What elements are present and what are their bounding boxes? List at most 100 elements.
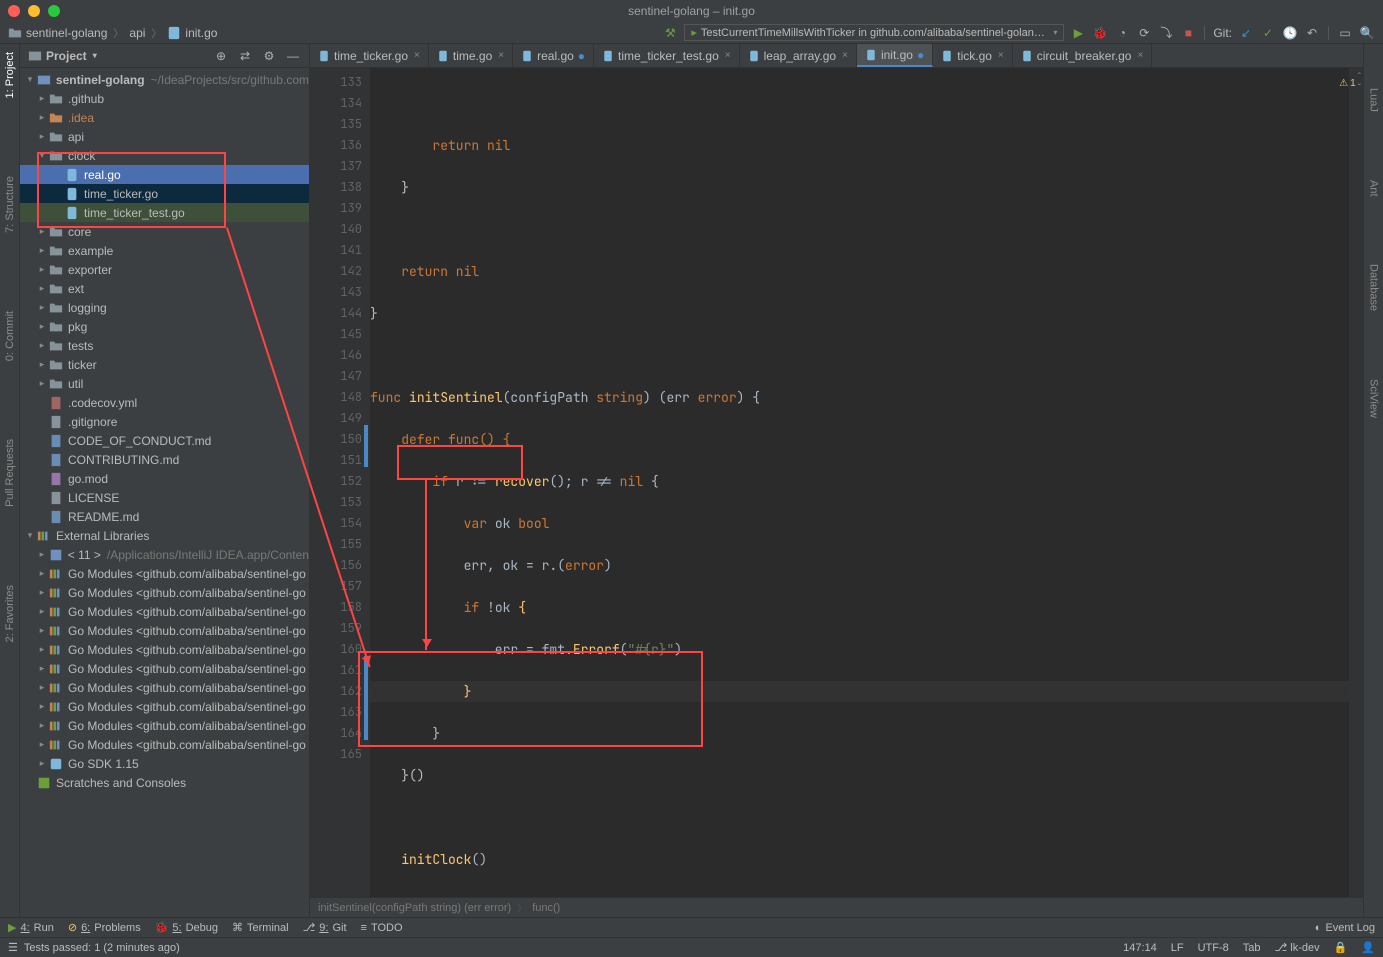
- close-tab-icon[interactable]: ×: [498, 50, 504, 61]
- terminal-tool-button[interactable]: ⌘Terminal: [232, 921, 289, 934]
- tree-go-module[interactable]: ▸Go Modules <github.com/alibaba/sentinel…: [20, 678, 309, 697]
- tree-folder[interactable]: ▸ext: [20, 279, 309, 298]
- tree-jdk[interactable]: ▸< 11 >/Applications/IntelliJ IDEA.app/C…: [20, 545, 309, 564]
- tree-go-module[interactable]: ▸Go Modules <github.com/alibaba/sentinel…: [20, 621, 309, 640]
- luaj-tool-tab[interactable]: LuaJ: [1366, 84, 1382, 116]
- status-menu-icon[interactable]: ☰: [8, 941, 18, 954]
- file-encoding[interactable]: UTF-8: [1198, 942, 1229, 954]
- tree-go-module[interactable]: ▸Go Modules <github.com/alibaba/sentinel…: [20, 602, 309, 621]
- tab-leap-array[interactable]: leap_array.go×: [740, 44, 857, 67]
- inspection-warning-icon[interactable]: ⚠1 ˆ ˇ: [1339, 72, 1361, 94]
- tree-folder-clock[interactable]: ▾clock: [20, 146, 309, 165]
- locate-icon[interactable]: ⊕: [213, 48, 229, 64]
- build-icon[interactable]: ⚒: [662, 25, 678, 41]
- tree-go-module[interactable]: ▸Go Modules <github.com/alibaba/sentinel…: [20, 564, 309, 583]
- editor-crumb[interactable]: func(): [532, 902, 560, 914]
- breadcrumb-folder[interactable]: api: [129, 26, 145, 40]
- tree-go-module[interactable]: ▸Go Modules <github.com/alibaba/sentinel…: [20, 583, 309, 602]
- tree-folder[interactable]: ▸exporter: [20, 260, 309, 279]
- project-tree[interactable]: ▾sentinel-golang~/IdeaProjects/src/githu…: [20, 68, 309, 917]
- settings-gear-icon[interactable]: ⚙: [261, 48, 277, 64]
- project-tool-tab[interactable]: 1: Project: [2, 48, 18, 102]
- breadcrumb-project[interactable]: sentinel-golang: [26, 26, 107, 40]
- coverage-icon[interactable]: ◔: [1114, 25, 1130, 41]
- tree-file-time-ticker-test[interactable]: time_ticker_test.go: [20, 203, 309, 222]
- tab-real[interactable]: real.go●: [513, 44, 594, 67]
- debug-tool-button[interactable]: 🐞5:Debug: [155, 921, 218, 934]
- tree-folder[interactable]: ▸logging: [20, 298, 309, 317]
- tree-folder[interactable]: ▸.github: [20, 89, 309, 108]
- tree-go-module[interactable]: ▸Go Modules <github.com/alibaba/sentinel…: [20, 716, 309, 735]
- indent-setting[interactable]: Tab: [1243, 942, 1261, 954]
- editor-crumb[interactable]: initSentinel(configPath string) (err err…: [318, 902, 511, 914]
- event-log-button[interactable]: ◐Event Log: [1315, 922, 1375, 934]
- close-tab-icon[interactable]: ×: [998, 50, 1004, 61]
- lock-icon[interactable]: 🔒: [1334, 941, 1348, 954]
- git-branch-widget[interactable]: ⎇ lk-dev: [1275, 941, 1320, 954]
- ant-tool-tab[interactable]: Ant: [1366, 176, 1382, 201]
- search-everywhere-icon[interactable]: 🔍: [1359, 25, 1375, 41]
- tree-file[interactable]: CONTRIBUTING.md: [20, 450, 309, 469]
- close-tab-icon[interactable]: ×: [1137, 50, 1143, 61]
- tree-root[interactable]: ▾sentinel-golang~/IdeaProjects/src/githu…: [20, 70, 309, 89]
- run-icon[interactable]: ▶: [1070, 25, 1086, 41]
- project-structure-icon[interactable]: ▭: [1337, 25, 1353, 41]
- maximize-window-button[interactable]: [48, 5, 60, 17]
- profile-icon[interactable]: ⟳: [1136, 25, 1152, 41]
- breadcrumb[interactable]: sentinel-golang 〉 api 〉 init.go: [8, 25, 662, 40]
- tree-file[interactable]: LICENSE: [20, 488, 309, 507]
- tree-scratches[interactable]: Scratches and Consoles: [20, 773, 309, 792]
- tree-file[interactable]: go.mod: [20, 469, 309, 488]
- cursor-position[interactable]: 147:14: [1123, 942, 1157, 954]
- hide-panel-icon[interactable]: —: [285, 48, 301, 64]
- tree-folder-idea[interactable]: ▸.idea: [20, 108, 309, 127]
- minimize-window-button[interactable]: [28, 5, 40, 17]
- tree-go-module[interactable]: ▸Go Modules <github.com/alibaba/sentinel…: [20, 640, 309, 659]
- vcs-change-marker[interactable]: [364, 656, 368, 740]
- tab-tick[interactable]: tick.go×: [933, 44, 1013, 67]
- tree-file[interactable]: .codecov.yml: [20, 393, 309, 412]
- project-view-dropdown[interactable]: Project: [28, 49, 97, 63]
- tree-go-sdk[interactable]: ▸Go SDK 1.15: [20, 754, 309, 773]
- pull-requests-tool-tab[interactable]: Pull Requests: [2, 435, 18, 511]
- editor-body[interactable]: 133 134 135 136 137 138 139 140 141 142 …: [310, 68, 1363, 897]
- tree-folder[interactable]: ▸example: [20, 241, 309, 260]
- tree-folder[interactable]: ▸core: [20, 222, 309, 241]
- close-tab-icon[interactable]: ×: [842, 50, 848, 61]
- structure-tool-tab[interactable]: 7: Structure: [2, 172, 18, 237]
- tree-folder[interactable]: ▸api: [20, 127, 309, 146]
- inspection-hector-icon[interactable]: 👤: [1361, 941, 1375, 954]
- line-number-gutter[interactable]: 133 134 135 136 137 138 139 140 141 142 …: [310, 68, 370, 897]
- expand-all-icon[interactable]: ⇄: [237, 48, 253, 64]
- tree-go-module[interactable]: ▸Go Modules <github.com/alibaba/sentinel…: [20, 735, 309, 754]
- attach-icon[interactable]: ⤵: [1158, 25, 1174, 41]
- tab-time-ticker[interactable]: time_ticker.go×: [310, 44, 429, 67]
- tab-circuit-breaker[interactable]: circuit_breaker.go×: [1013, 44, 1153, 67]
- tab-time[interactable]: time.go×: [429, 44, 513, 67]
- tree-go-module[interactable]: ▸Go Modules <github.com/alibaba/sentinel…: [20, 697, 309, 716]
- tree-file-time-ticker[interactable]: time_ticker.go: [20, 184, 309, 203]
- git-rollback-icon[interactable]: ↶: [1304, 25, 1320, 41]
- tab-init[interactable]: init.go●: [857, 44, 933, 67]
- vcs-change-marker[interactable]: [364, 425, 368, 467]
- tree-folder[interactable]: ▸ticker: [20, 355, 309, 374]
- todo-tool-button[interactable]: ≡TODO: [361, 922, 403, 934]
- tree-file[interactable]: CODE_OF_CONDUCT.md: [20, 431, 309, 450]
- git-commit-icon[interactable]: ✓: [1260, 25, 1276, 41]
- problems-tool-button[interactable]: ⊘6:Problems: [68, 921, 141, 934]
- close-tab-icon[interactable]: ×: [725, 50, 731, 61]
- git-history-icon[interactable]: 🕓: [1282, 25, 1298, 41]
- run-tool-button[interactable]: ▶4:Run: [8, 921, 54, 934]
- tree-file[interactable]: README.md: [20, 507, 309, 526]
- tree-go-module[interactable]: ▸Go Modules <github.com/alibaba/sentinel…: [20, 659, 309, 678]
- debug-icon[interactable]: 🐞: [1092, 25, 1108, 41]
- tab-time-ticker-test[interactable]: time_ticker_test.go×: [594, 44, 740, 67]
- stop-icon[interactable]: ■: [1180, 25, 1196, 41]
- close-window-button[interactable]: [8, 5, 20, 17]
- run-configuration-dropdown[interactable]: ▸TestCurrentTimeMillsWithTicker in githu…: [684, 24, 1064, 41]
- sciview-tool-tab[interactable]: SciView: [1366, 375, 1382, 422]
- tree-folder[interactable]: ▸tests: [20, 336, 309, 355]
- git-update-icon[interactable]: ↙: [1238, 25, 1254, 41]
- tree-external-libraries[interactable]: ▾External Libraries: [20, 526, 309, 545]
- tree-folder[interactable]: ▸pkg: [20, 317, 309, 336]
